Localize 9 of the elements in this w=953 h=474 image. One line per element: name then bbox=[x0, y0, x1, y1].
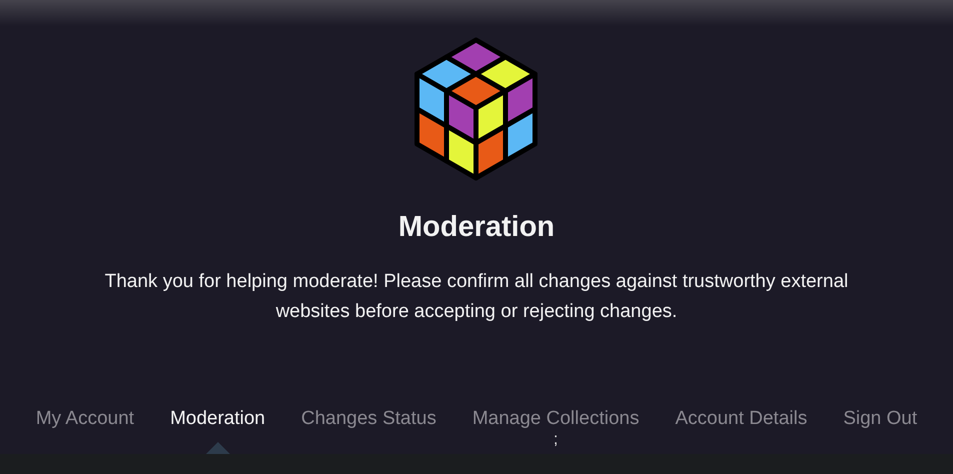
nav-tab[interactable]: Changes Status bbox=[301, 406, 436, 432]
nav-tab[interactable]: Manage Collections bbox=[472, 406, 640, 432]
intro-message: Thank you for helping moderate! Please confirm all changes against trustworthy external websites before accepting or rejecting changes. bbox=[104, 270, 850, 324]
nav-tab[interactable]: Moderation bbox=[170, 406, 266, 432]
stray-text: ; bbox=[554, 432, 558, 448]
nav-tab[interactable]: Account Details bbox=[675, 406, 808, 432]
nav-tab[interactable]: Sign Out bbox=[843, 406, 918, 432]
page-title: Moderation bbox=[398, 210, 555, 245]
nav-tab[interactable]: My Account bbox=[36, 406, 134, 432]
